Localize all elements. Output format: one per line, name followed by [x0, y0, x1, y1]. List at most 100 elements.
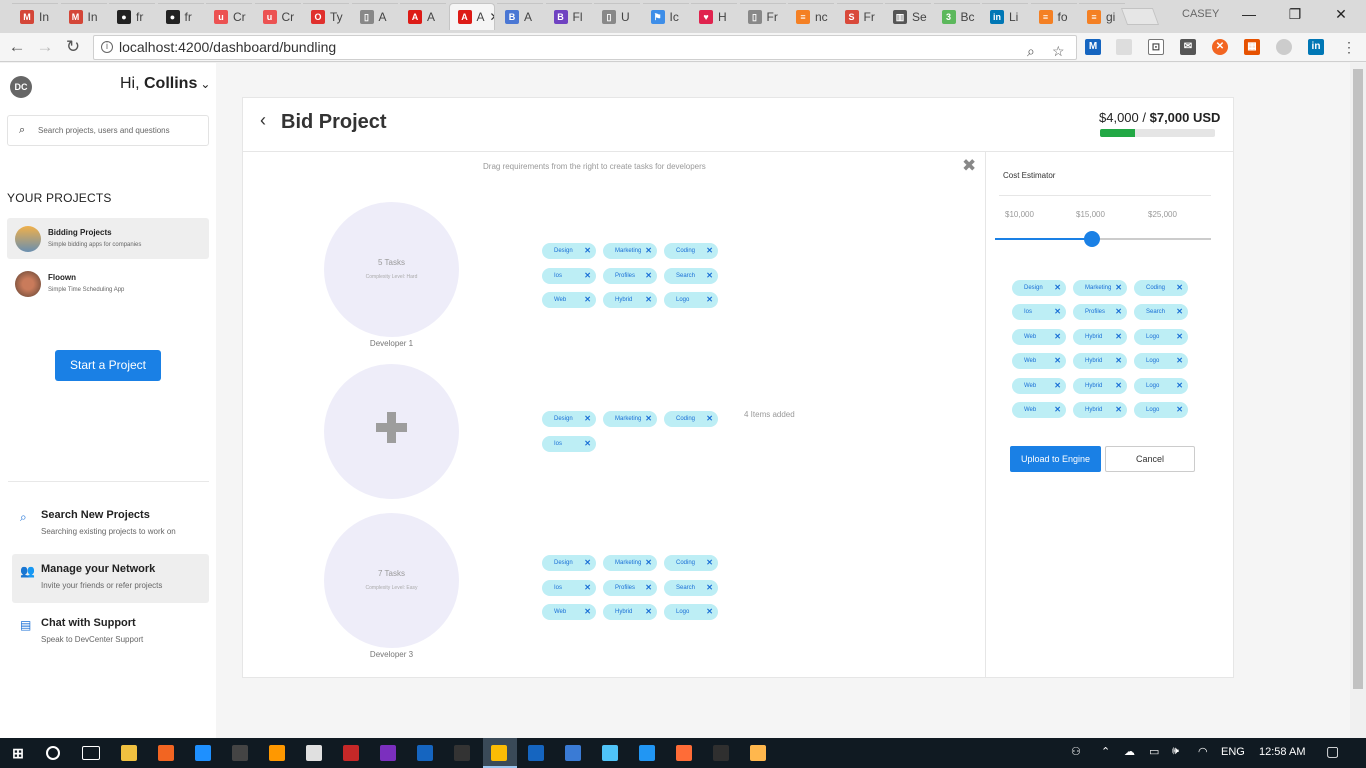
remove-chip-icon[interactable]: ✕	[706, 555, 713, 571]
close-window-icon[interactable]: ✕	[1326, 4, 1356, 24]
scrollbar[interactable]	[1350, 63, 1366, 738]
browser-tab[interactable]: ⚑ Ic	[642, 3, 689, 30]
logo[interactable]: DC	[10, 76, 32, 98]
remove-chip-icon[interactable]: ✕	[1176, 329, 1183, 345]
battery-icon[interactable]: ▭	[1149, 745, 1159, 758]
remove-chip-icon[interactable]: ✕	[584, 268, 591, 284]
requirement-chip[interactable]: Coding ✕	[664, 243, 718, 259]
requirement-chip[interactable]: Marketing ✕	[603, 411, 657, 427]
estimator-chip[interactable]: Hybrid ✕	[1073, 377, 1127, 394]
remove-chip-icon[interactable]: ✕	[584, 604, 591, 620]
remove-chip-icon[interactable]: ✕	[1054, 280, 1061, 296]
sidebar-item-manage-network[interactable]: 👥 Manage your Network Invite your friend…	[12, 554, 209, 603]
paint-icon[interactable]	[306, 745, 322, 761]
requirement-chip[interactable]: Design ✕	[542, 555, 596, 571]
chevron-left-icon[interactable]: ‹	[260, 110, 266, 131]
remove-chip-icon[interactable]: ✕	[1176, 353, 1183, 369]
estimator-chip[interactable]: Web ✕	[1012, 353, 1066, 370]
extension-car-icon[interactable]: ⊡	[1148, 39, 1164, 55]
estimator-chip[interactable]: Hybrid ✕	[1073, 402, 1127, 418]
file-explorer-icon[interactable]	[121, 745, 137, 761]
estimator-chip[interactable]: Profiles ✕	[1073, 304, 1127, 321]
browser-tab[interactable]: AA	[400, 3, 446, 30]
mixer-icon[interactable]	[639, 745, 655, 761]
close-tab-icon[interactable]: ✕	[490, 10, 494, 24]
browser-tab[interactable]: B Fl	[545, 3, 592, 30]
estimator-chip[interactable]: Logo ✕	[1134, 377, 1188, 394]
browser-tab[interactable]: ● fr	[109, 3, 155, 30]
extension-m-icon[interactable]: M	[1085, 39, 1101, 55]
sidebar-item-chat-support[interactable]: ▤ Chat with Support Speak to DevCenter S…	[12, 608, 209, 657]
extension-orange-icon[interactable]: ✕	[1212, 39, 1228, 55]
remove-chip-icon[interactable]: ✕	[706, 243, 713, 259]
browser-tab[interactable]: ♥ H	[691, 3, 737, 30]
cloud-icon[interactable]: ☁	[1124, 745, 1135, 758]
extension-grid-icon[interactable]	[1116, 39, 1132, 55]
close-icon[interactable]: ✖	[962, 156, 976, 176]
remove-chip-icon[interactable]: ✕	[645, 580, 652, 596]
webstorm-icon[interactable]	[417, 745, 433, 761]
project-item-floown[interactable]: Floown Simple Time Scheduling App	[7, 263, 209, 304]
scrollbar-thumb[interactable]	[1353, 69, 1363, 689]
estimator-chip[interactable]: Logo ✕	[1134, 328, 1188, 345]
remove-chip-icon[interactable]: ✕	[645, 555, 652, 571]
task-view-icon[interactable]	[82, 746, 100, 760]
remove-chip-icon[interactable]: ✕	[584, 580, 591, 596]
cortana-icon[interactable]	[46, 746, 60, 760]
remove-chip-icon[interactable]: ✕	[1115, 280, 1122, 296]
postman-icon[interactable]	[676, 745, 692, 761]
remove-chip-icon[interactable]: ✕	[1115, 353, 1122, 369]
language-indicator[interactable]: ENG	[1221, 746, 1245, 758]
requirement-chip[interactable]: Ios ✕	[542, 579, 596, 596]
browser-tab[interactable]: M In	[60, 3, 107, 30]
browser-tab[interactable]: AA ✕	[448, 3, 495, 30]
requirement-chip[interactable]: Marketing ✕	[603, 555, 657, 571]
plus-icon[interactable]	[376, 412, 407, 443]
people-icon[interactable]: ⚇	[1071, 745, 1081, 758]
cancel-button[interactable]: Cancel	[1105, 446, 1195, 472]
browser-tab[interactable]: BA	[497, 3, 543, 30]
search-input[interactable]: ⌕ Search projects, users and questions	[7, 115, 209, 146]
back-arrow-icon[interactable]: ←	[6, 36, 28, 58]
remove-chip-icon[interactable]: ✕	[645, 243, 652, 259]
reload-icon[interactable]: ↻	[62, 36, 84, 58]
estimator-chip[interactable]: Logo ✕	[1134, 402, 1188, 418]
cost-slider-thumb[interactable]	[1084, 231, 1101, 247]
git-icon[interactable]	[713, 745, 729, 761]
chevron-up-icon[interactable]: ⌃	[1101, 745, 1110, 758]
requirement-chip[interactable]: Profiles ✕	[603, 579, 657, 596]
requirement-chip[interactable]: Coding ✕	[664, 555, 718, 571]
browser-tab[interactable]: ≡ gi	[1079, 3, 1125, 30]
cost-slider[interactable]	[995, 231, 1211, 247]
sidebar-item-search-projects[interactable]: ⌕ Search New Projects Searching existing…	[12, 500, 209, 549]
requirement-chip[interactable]: Profiles ✕	[603, 267, 657, 284]
remove-chip-icon[interactable]: ✕	[1115, 378, 1122, 394]
browser-tab[interactable]: u Cr	[206, 3, 252, 30]
remove-chip-icon[interactable]: ✕	[1054, 378, 1061, 394]
requirement-chip[interactable]: Coding ✕	[664, 411, 718, 427]
developer-drop-zone[interactable]	[324, 364, 459, 499]
url-input[interactable]: i localhost:4200/dashboard/bundling ⌕ ☆	[93, 35, 1077, 60]
filezilla-icon[interactable]	[343, 745, 359, 761]
extension-linkedin-icon[interactable]: in	[1308, 39, 1324, 55]
remove-chip-icon[interactable]: ✕	[706, 268, 713, 284]
upload-to-engine-button[interactable]: Upload to Engine	[1010, 446, 1101, 472]
extension-off-icon[interactable]: ▦	[1244, 39, 1260, 55]
remove-chip-icon[interactable]: ✕	[584, 292, 591, 308]
remove-chip-icon[interactable]: ✕	[1115, 402, 1122, 418]
requirement-chip[interactable]: Logo ✕	[664, 604, 718, 620]
estimator-chip[interactable]: Hybrid ✕	[1073, 353, 1127, 370]
remove-chip-icon[interactable]: ✕	[1115, 329, 1122, 345]
remove-chip-icon[interactable]: ✕	[1115, 304, 1122, 320]
remove-chip-icon[interactable]: ✕	[645, 268, 652, 284]
sublime-icon[interactable]	[269, 745, 285, 761]
estimator-chip[interactable]: Ios ✕	[1012, 304, 1066, 321]
sloth-icon[interactable]	[750, 745, 766, 761]
info-icon[interactable]: i	[101, 41, 113, 53]
estimator-chip[interactable]: Logo ✕	[1134, 353, 1188, 370]
browser-tab[interactable]: u Cr	[254, 3, 301, 30]
browser-tab[interactable]: S Fr	[836, 3, 883, 30]
extension-mail-icon[interactable]: ✉	[1180, 39, 1196, 55]
volume-icon[interactable]: 🕪	[1172, 745, 1179, 758]
browser-tab[interactable]: ▯ Fr	[739, 3, 786, 30]
